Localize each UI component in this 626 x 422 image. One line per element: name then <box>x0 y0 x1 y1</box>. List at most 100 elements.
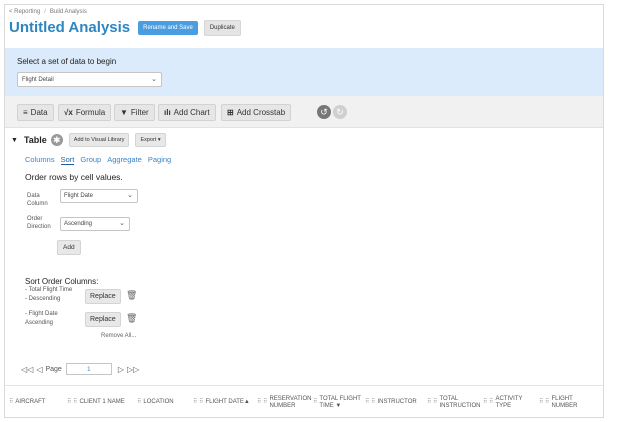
drag-handle-icon[interactable]: ⠿ ⠿ <box>365 399 375 406</box>
tab-aggregate[interactable]: Aggregate <box>107 155 142 165</box>
crosstab-icon: ⊞ <box>227 108 234 117</box>
data-button-label: Data <box>30 108 48 117</box>
column-header[interactable]: ⠿ ⠿ TOTAL INSTRUCTION <box>427 396 483 410</box>
drag-handle-icon[interactable]: ⠿ ⠿ <box>67 399 77 406</box>
dataset-select[interactable]: Flight Detail ⌄ <box>17 72 162 87</box>
previous-page-icon[interactable]: ◁ <box>36 365 42 374</box>
dataset-selected-value: Flight Detail <box>22 77 54 83</box>
column-header[interactable]: ⠿ ⠿ INSTRUCTOR <box>365 399 427 406</box>
column-header[interactable]: ⠿ ⠿ ACTIVITY TYPE <box>483 396 539 410</box>
column-header[interactable]: ⠿ AIRCRAFT <box>9 399 67 406</box>
breadcrumb-separator: / <box>44 9 46 15</box>
tab-columns[interactable]: Columns <box>25 155 55 165</box>
column-header-label: TOTAL INSTRUCTION <box>439 395 481 409</box>
chevron-down-icon: ⌄ <box>127 192 133 199</box>
page-input[interactable]: 1 <box>65 363 112 375</box>
dataset-panel: Select a set of data to begin Flight Det… <box>5 48 603 96</box>
tab-sort[interactable]: Sort <box>60 155 75 165</box>
next-page-icon[interactable]: ▷ <box>118 365 124 374</box>
title-row: Untitled Analysis Rename and Save Duplic… <box>9 19 241 36</box>
pager: ◁◁ ◁ Page 1 ▷ ▷▷ <box>21 363 142 375</box>
add-to-visual-library-button[interactable]: Add to Visual Library <box>68 133 130 147</box>
tab-group[interactable]: Group <box>80 155 101 165</box>
last-page-icon[interactable]: ▷▷ <box>127 365 139 374</box>
replace-button[interactable]: Replace <box>85 312 121 327</box>
add-crosstab-button[interactable]: ⊞ Add Crosstab <box>221 104 292 121</box>
drag-handle-icon[interactable]: ⠿ ⠿ <box>193 399 203 406</box>
column-header-label: FLIGHT DATE▲ <box>205 399 250 405</box>
sort-order-item-name: - Flight Date <box>25 311 58 317</box>
order-direction-select[interactable]: Ascending ⌄ <box>60 217 130 231</box>
drag-handle-icon[interactable]: ⠿ ⠿ <box>539 399 549 406</box>
chart-icon: ılı <box>164 108 171 117</box>
filter-icon: ▼ <box>120 108 128 117</box>
page-title: Untitled Analysis <box>9 19 131 36</box>
page-label: Page <box>45 365 62 373</box>
sort-order-columns-heading: Sort Order Columns: <box>25 277 99 286</box>
column-header-label: CLIENT 1 NAME <box>79 399 125 405</box>
column-header-label: AIRCRAFT <box>15 399 46 405</box>
trash-icon[interactable]: 🗑 <box>126 313 137 324</box>
drag-handle-icon[interactable]: ⠿ <box>313 399 317 406</box>
chevron-down-icon: ⌄ <box>119 220 125 227</box>
sort-order-item: - Total Flight Time - Descending <box>25 286 72 304</box>
column-header-label: INSTRUCTOR <box>377 399 417 405</box>
breadcrumb-reporting-link[interactable]: < Reporting <box>9 9 40 15</box>
column-header[interactable]: ⠿ ⠿ FLIGHT NUMBER <box>539 396 599 410</box>
column-header[interactable]: ⠿ ⠿ FLIGHT DATE▲ <box>193 399 257 406</box>
order-direction-label: Order Direction <box>27 216 51 230</box>
chevron-down-icon: ⌄ <box>151 76 157 83</box>
sort-heading: Order rows by cell values. <box>25 172 123 182</box>
data-column-select[interactable]: Flight Date ⌄ <box>60 189 138 203</box>
formula-icon: √x <box>64 108 73 117</box>
breadcrumb: < Reporting / Build Analysis <box>9 9 87 15</box>
add-sort-button[interactable]: Add <box>57 240 81 255</box>
undo-icon[interactable]: ↺ <box>317 105 331 119</box>
column-header-label: FLIGHT NUMBER <box>551 395 578 409</box>
export-button[interactable]: Export ▾ <box>135 133 166 147</box>
trash-icon[interactable]: 🗑 <box>126 290 137 301</box>
drag-handle-icon[interactable]: ⠿ ⠿ <box>427 399 437 406</box>
database-icon: ≡ <box>23 108 28 117</box>
gear-icon[interactable]: ✱ <box>50 134 63 146</box>
first-page-icon[interactable]: ◁◁ <box>21 365 33 374</box>
data-column-label: Data Column <box>27 193 48 207</box>
sort-order-item-name: - Total Flight Time <box>25 287 73 293</box>
dataset-label: Select a set of data to begin <box>17 57 117 66</box>
toolbar: ≡ Data √x Formula ▼ Filter ılı Add Chart ⊞ Ad… <box>5 96 603 128</box>
filter-button[interactable]: ▼ Filter <box>114 104 155 121</box>
column-header[interactable]: ⠿ ⠿ CLIENT 1 NAME <box>67 399 137 406</box>
data-column-value: Flight Date <box>64 193 94 199</box>
tab-paging[interactable]: Paging <box>148 155 171 165</box>
table-subtabs: Columns Sort Group Aggregate Paging <box>25 155 177 165</box>
redo-icon[interactable]: ↻ <box>333 105 347 119</box>
column-header-label: ACTIVITY TYPE <box>495 395 523 409</box>
drag-handle-icon[interactable]: ⠿ ⠿ <box>483 399 493 406</box>
sort-order-item-direction: Ascending <box>25 320 54 326</box>
collapse-caret-icon[interactable]: ▼ <box>11 137 18 144</box>
drag-handle-icon[interactable]: ⠿ <box>9 399 13 406</box>
order-direction-value: Ascending <box>64 221 93 227</box>
formula-button[interactable]: √x Formula <box>58 104 112 121</box>
data-button[interactable]: ≡ Data <box>17 104 54 121</box>
add-chart-button-label: Add Chart <box>173 108 210 117</box>
column-header-label: LOCATION <box>143 399 174 405</box>
sort-order-item: - Flight Date Ascending <box>25 310 58 328</box>
replace-button[interactable]: Replace <box>85 289 121 304</box>
column-header-label: RESERVATION NUMBER <box>269 395 312 409</box>
sort-order-item-direction: - Descending <box>25 296 61 302</box>
column-header[interactable]: ⠿ LOCATION <box>137 399 193 406</box>
add-crosstab-button-label: Add Crosstab <box>236 108 286 117</box>
drag-handle-icon[interactable]: ⠿ ⠿ <box>257 399 267 406</box>
breadcrumb-current: Build Analysis <box>49 9 87 15</box>
filter-button-label: Filter <box>130 108 149 117</box>
remove-all-link[interactable]: Remove All... <box>101 333 136 339</box>
add-chart-button[interactable]: ılı Add Chart <box>158 104 216 121</box>
drag-handle-icon[interactable]: ⠿ <box>137 399 141 406</box>
column-header[interactable]: ⠿ TOTAL FLIGHT TIME ▼ <box>313 396 365 410</box>
duplicate-button[interactable]: Duplicate <box>203 19 241 36</box>
column-header-label: TOTAL FLIGHT TIME ▼ <box>319 395 361 409</box>
column-header[interactable]: ⠿ ⠿ RESERVATION NUMBER <box>257 396 313 410</box>
rename-and-save-button[interactable]: Rename and Save <box>138 20 198 35</box>
column-header-bar: ⠿ AIRCRAFT ⠿ ⠿ CLIENT 1 NAME ⠿ LOCATION ⠿ ⠿… <box>5 385 603 417</box>
